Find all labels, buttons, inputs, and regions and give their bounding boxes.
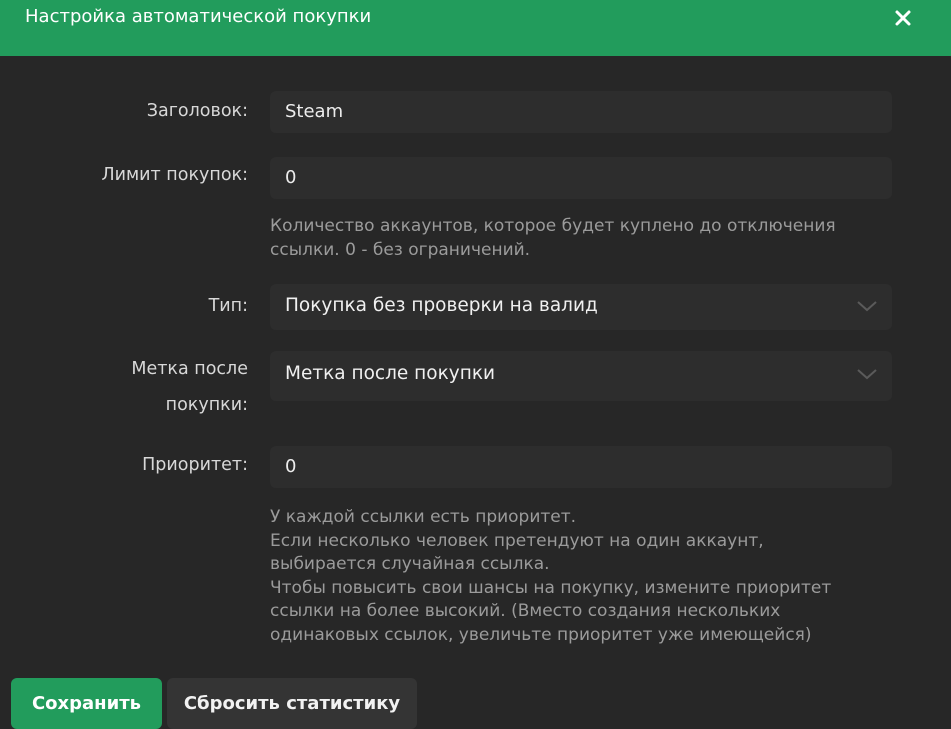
reset-statistics-button[interactable]: Сбросить статистику xyxy=(167,678,417,729)
chevron-down-icon xyxy=(857,369,877,380)
tag-after-purchase-label: Метка после покупки: xyxy=(0,351,248,423)
chevron-down-icon xyxy=(857,301,877,312)
hint-line: Количество аккаунтов, которое будет купл… xyxy=(270,216,836,236)
priority-input[interactable]: 0 xyxy=(270,446,892,488)
tag-label-line: Метка после xyxy=(131,359,248,379)
tag-after-purchase-select[interactable]: Метка после покупки xyxy=(270,351,892,401)
type-select[interactable]: Покупка без проверки на валид xyxy=(270,284,892,330)
hint-line: У каждой ссылки есть приоритет. xyxy=(270,507,577,527)
purchase-limit-input[interactable]: 0 xyxy=(270,157,892,199)
purchase-limit-hint: Количество аккаунтов, которое будет купл… xyxy=(270,215,910,262)
hint-line: ссылки. 0 - без ограничений. xyxy=(270,239,531,260)
tag-after-purchase-value: Метка после покупки xyxy=(285,363,496,384)
dialog-header: Настройка автоматической покупки xyxy=(0,0,951,56)
hint-line: одинаковых ссылок, увеличьте приоритет у… xyxy=(270,624,812,645)
hint-line: Если несколько человек претендуют на оди… xyxy=(270,530,764,551)
close-icon xyxy=(895,10,911,26)
hint-line: выбирается случайная ссылка. xyxy=(270,554,550,574)
title-input-value: Steam xyxy=(285,101,344,122)
dialog-title: Настройка автоматической покупки xyxy=(25,6,372,27)
priority-value: 0 xyxy=(285,456,297,477)
title-label: Заголовок: xyxy=(146,101,248,121)
purchase-limit-value: 0 xyxy=(285,167,297,188)
priority-label: Приоритет: xyxy=(142,455,248,475)
hint-line: Чтобы повысить свои шансы на покупку, из… xyxy=(270,577,832,598)
type-select-value: Покупка без проверки на валид xyxy=(285,295,598,316)
hint-line: ссылки на более высокий. (Вместо создани… xyxy=(270,601,781,621)
save-button[interactable]: Сохранить xyxy=(11,678,162,729)
title-input[interactable]: Steam xyxy=(270,91,892,133)
close-button[interactable] xyxy=(889,6,917,30)
purchase-limit-label: Лимит покупок: xyxy=(101,165,248,185)
tag-label-line: покупки: xyxy=(165,395,248,415)
priority-hint: У каждой ссылки есть приоритет. Если нес… xyxy=(270,506,910,647)
type-label: Тип: xyxy=(208,296,248,316)
